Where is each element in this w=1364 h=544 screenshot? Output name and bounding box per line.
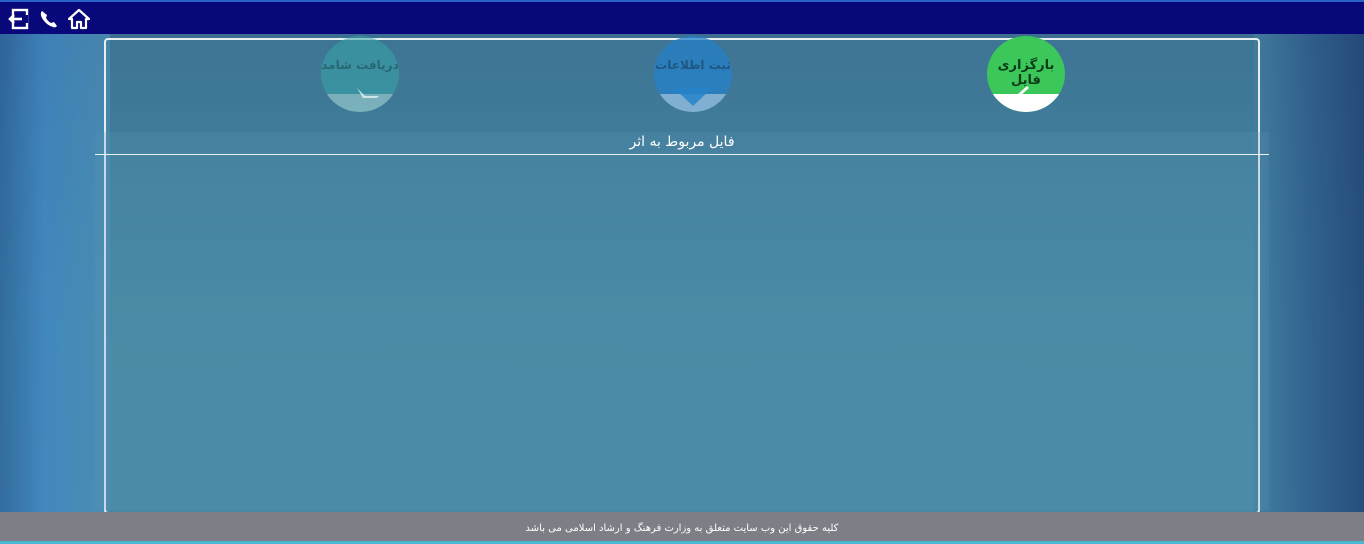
step-receipt-label: دریافت شامد: [321, 58, 399, 72]
step-upload-file[interactable]: بارگزاری فایل: [987, 36, 1065, 112]
step-upload-label: بارگزاری فایل: [997, 58, 1055, 88]
section-divider: [95, 154, 1269, 155]
step-upload-pointer-icon: [1007, 86, 1029, 104]
section-title: فایل مربوط به اثر: [629, 134, 735, 150]
footer: کلیه حقوق این وب سایت متعلق به وزارت فره…: [0, 512, 1364, 544]
step-info-pointer-icon: [674, 88, 712, 106]
phone-icon[interactable]: [38, 8, 60, 30]
step-receive-id[interactable]: دریافت شامد: [321, 36, 399, 112]
step-register-info[interactable]: ثبت اطلاعات: [654, 36, 732, 112]
step-info-label: ثبت اطلاعات: [655, 58, 731, 72]
background-left: [0, 34, 110, 512]
file-content-area: [95, 132, 1269, 510]
home-icon[interactable]: [67, 8, 91, 30]
footer-copyright: کلیه حقوق این وب سایت متعلق به وزارت فره…: [525, 523, 839, 534]
background-right: [1254, 34, 1364, 512]
top-navigation-bar: [0, 0, 1364, 34]
topbar-icons: [8, 8, 91, 30]
step-receipt-pointer-icon: [357, 88, 379, 98]
exit-icon[interactable]: [8, 8, 30, 30]
